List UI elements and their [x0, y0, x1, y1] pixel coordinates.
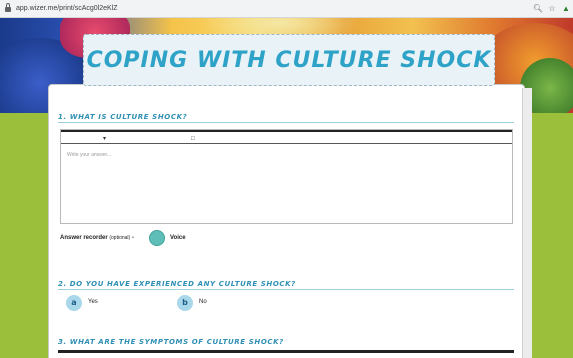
- option-a-label[interactable]: Yes: [88, 299, 98, 305]
- question-3-rule: [58, 350, 514, 353]
- title-card: COPING WITH CULTURE SHOCK: [83, 34, 495, 86]
- url-text[interactable]: app.wizer.me/print/scAcg0l2eKlZ: [16, 3, 118, 15]
- zoom-icon[interactable]: 🔍︎: [532, 3, 544, 15]
- question-1-rule: [58, 122, 514, 123]
- answer-recorder-label: Answer recorder (optional) -: [60, 235, 134, 241]
- question-2-title: 2. DO YOU HAVE EXPERIENCED ANY CULTURE S…: [58, 280, 296, 288]
- option-a-badge[interactable]: a: [66, 295, 82, 311]
- voice-record-button[interactable]: [149, 230, 165, 246]
- toolbar-dropdown-icon[interactable]: ▾: [103, 136, 106, 142]
- recorder-dash: -: [131, 235, 134, 241]
- editor-toolbar: ▾ □: [61, 130, 512, 144]
- toolbar-format-icon[interactable]: □: [191, 136, 195, 142]
- card-edge: [522, 88, 532, 358]
- question-3-title: 3. WHAT ARE THE SYMPTOMS OF CULTURE SHOC…: [58, 338, 284, 346]
- option-b-badge[interactable]: b: [177, 295, 193, 311]
- answer-placeholder: Write your answer...: [67, 152, 112, 158]
- voice-label: Voice: [170, 235, 186, 241]
- recorder-label-text: Answer recorder: [60, 235, 108, 241]
- answer-textarea[interactable]: ▾ □ Write your answer...: [60, 129, 513, 224]
- recorder-optional-text: (optional): [109, 235, 131, 241]
- option-b-label[interactable]: No: [199, 299, 207, 305]
- page-title: COPING WITH CULTURE SHOCK: [86, 48, 492, 73]
- profile-icon[interactable]: ▲: [560, 3, 572, 15]
- question-2-rule: [58, 289, 514, 290]
- star-icon[interactable]: ☆: [546, 3, 558, 15]
- browser-address-bar[interactable]: app.wizer.me/print/scAcg0l2eKlZ 🔍︎ ☆ ▲: [0, 0, 573, 18]
- question-1-title: 1. WHAT IS CULTURE SHOCK?: [58, 113, 188, 121]
- lock-icon: [5, 3, 11, 12]
